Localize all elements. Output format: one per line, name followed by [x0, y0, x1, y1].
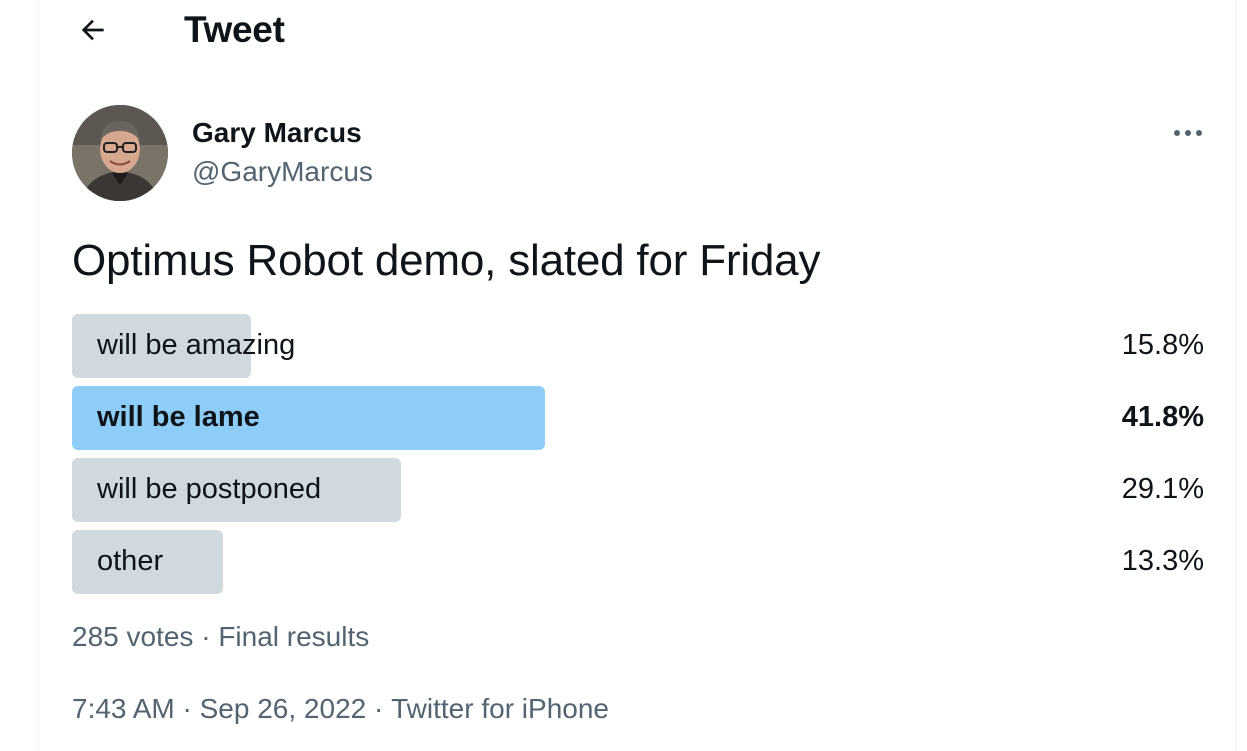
more-button[interactable]	[1166, 113, 1210, 153]
tweet-time[interactable]: 7:43 AM	[72, 693, 175, 725]
page-header: Tweet	[39, 0, 1235, 62]
poll-option-percent: 13.3%	[1121, 545, 1204, 577]
poll-status: Final results	[218, 621, 370, 652]
page-title: Tweet	[184, 9, 285, 50]
poll-option-percent: 29.1%	[1121, 473, 1204, 505]
avatar-image	[72, 105, 168, 201]
author-display-name[interactable]: Gary Marcus	[192, 117, 362, 149]
separator: ·	[174, 693, 200, 724]
tweet-author: Gary Marcus @GaryMarcus	[72, 105, 1202, 205]
tweet-metadata: 7:43 AM · Sep 26, 2022 · Twitter for iPh…	[72, 693, 609, 725]
poll-option: other 13.3%	[72, 530, 1204, 594]
more-horizontal-icon	[1174, 130, 1202, 136]
arrow-left-icon	[81, 19, 104, 41]
back-button[interactable]	[71, 8, 115, 52]
poll-option-percent: 41.8%	[1121, 401, 1204, 433]
separator: ·	[366, 693, 392, 724]
poll-option: will be amazing 15.8%	[72, 314, 1204, 378]
poll-option-label: other	[97, 545, 164, 577]
poll-option: will be postponed 29.1%	[72, 458, 1204, 522]
tweet-date[interactable]: Sep 26, 2022	[200, 693, 367, 725]
poll-option: will be lame 41.8%	[72, 386, 1204, 450]
separator: ·	[193, 621, 219, 652]
poll-vote-count: 285 votes	[72, 621, 194, 652]
avatar[interactable]	[72, 105, 168, 201]
poll-option-label: will be amazing	[97, 329, 296, 361]
author-handle[interactable]: @GaryMarcus	[192, 156, 373, 188]
tweet-column: Tweet Gary Marcus @GaryMarcus Optimus Ro…	[38, 0, 1236, 751]
tweet-source: Twitter for iPhone	[391, 693, 609, 724]
poll-option-label: will be lame	[97, 401, 260, 433]
poll-option-label: will be postponed	[97, 473, 322, 505]
poll-summary: 285 votes · Final results	[72, 621, 369, 653]
poll-option-percent: 15.8%	[1121, 329, 1204, 361]
tweet-text: Optimus Robot demo, slated for Friday	[72, 236, 821, 285]
